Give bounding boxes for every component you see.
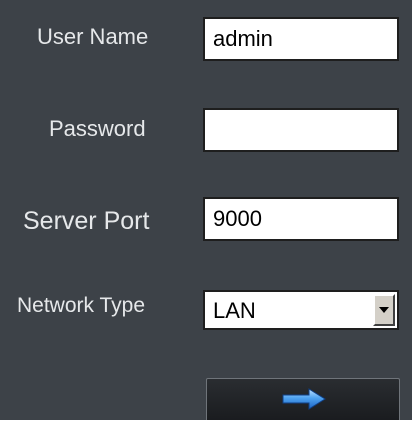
dropdown-arrow-icon[interactable] xyxy=(373,294,395,326)
username-field[interactable] xyxy=(203,17,399,61)
network-type-value: LAN xyxy=(213,298,256,323)
login-button[interactable] xyxy=(206,378,400,420)
login-panel: User Name Password Server Port Network T… xyxy=(0,0,412,420)
password-field[interactable] xyxy=(203,108,399,152)
network-type-select[interactable]: LAN xyxy=(203,290,399,330)
password-label: Password xyxy=(49,116,146,141)
network-type-label: Network Type xyxy=(17,294,145,317)
username-label: User Name xyxy=(37,24,149,49)
server-port-field[interactable] xyxy=(203,197,399,241)
server-port-label: Server Port xyxy=(23,207,149,236)
arrow-right-icon xyxy=(282,388,326,410)
server-port-label-text: Server Port xyxy=(23,207,150,235)
